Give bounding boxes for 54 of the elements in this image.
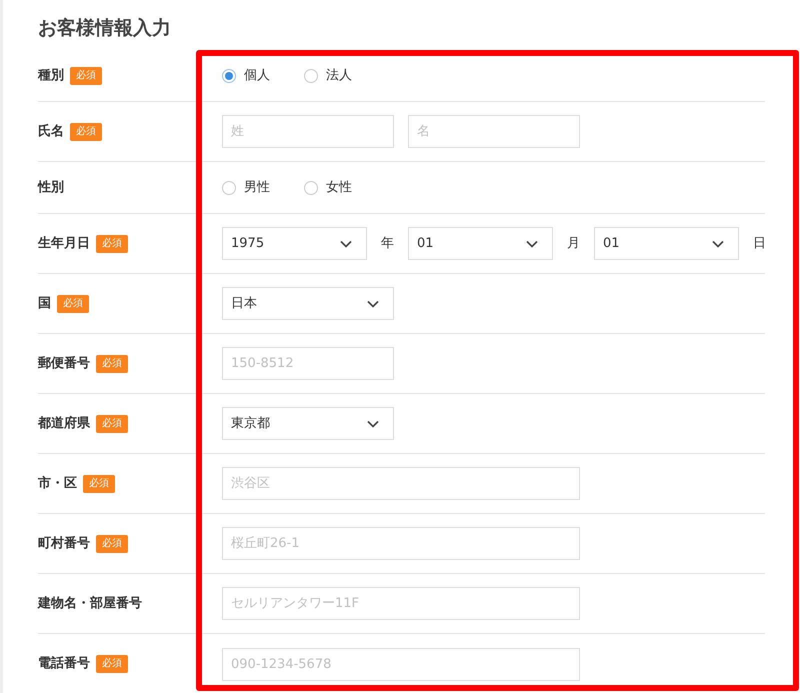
radio-button[interactable] — [222, 68, 236, 82]
chevron-down-icon — [367, 420, 379, 428]
radio-button[interactable] — [222, 180, 236, 194]
field-label: 生年月日 — [38, 234, 90, 253]
dropdown-value: 1975 — [231, 234, 264, 253]
field-label: 建物名・部屋番号 — [38, 594, 142, 613]
chevron-down-icon — [340, 240, 352, 248]
dropdown-value: 東京都 — [231, 414, 270, 433]
dropdown[interactable]: 01 — [408, 227, 553, 260]
radio-label: 女性 — [326, 178, 352, 197]
dropdown-value: 01 — [417, 234, 434, 253]
input-field[interactable]: 姓 — [222, 115, 394, 148]
required-badge: 必須 — [96, 414, 128, 432]
required-badge: 必須 — [70, 66, 102, 84]
radio-button[interactable] — [304, 68, 318, 82]
dropdown[interactable]: 日本 — [222, 287, 394, 320]
page-title: お客様情報入力 — [38, 16, 172, 41]
radio-button[interactable] — [304, 180, 318, 194]
field-label: 郵便番号 — [38, 354, 90, 373]
dropdown-value: 日本 — [231, 294, 257, 313]
chevron-down-icon — [367, 300, 379, 308]
radio-label: 男性 — [244, 178, 270, 197]
dropdown[interactable]: 01 — [594, 227, 739, 260]
field-label: 氏名 — [38, 122, 64, 141]
field-label: 国 — [38, 294, 51, 313]
field-label: 性別 — [38, 178, 64, 197]
input-field[interactable]: 渋谷区 — [222, 467, 580, 500]
input-field[interactable]: 150-8512 — [222, 347, 394, 380]
date-unit-label: 月 — [566, 234, 581, 253]
date-unit-label: 年 — [380, 234, 395, 253]
dropdown[interactable]: 東京都 — [222, 407, 394, 440]
dropdown-value: 01 — [603, 234, 620, 253]
required-badge: 必須 — [57, 294, 89, 312]
field-label: 都道府県 — [38, 414, 90, 433]
date-unit-label: 日 — [752, 234, 767, 253]
chevron-down-icon — [712, 240, 724, 248]
input-field[interactable]: 桜丘町26-1 — [222, 527, 580, 560]
required-badge: 必須 — [96, 534, 128, 552]
dropdown[interactable]: 1975 — [222, 227, 367, 260]
field-label: 電話番号 — [38, 655, 90, 674]
required-badge: 必須 — [96, 354, 128, 372]
chevron-down-icon — [526, 240, 538, 248]
required-badge: 必須 — [96, 234, 128, 252]
required-badge: 必須 — [83, 474, 115, 492]
required-badge: 必須 — [96, 655, 128, 673]
input-field[interactable]: 090-1234-5678 — [222, 648, 580, 680]
radio-label: 法人 — [326, 66, 352, 85]
radio-label: 個人 — [244, 66, 270, 85]
field-label: 町村番号 — [38, 534, 90, 553]
required-badge: 必須 — [70, 122, 102, 140]
input-field[interactable]: 名 — [408, 115, 580, 148]
field-label: 種別 — [38, 66, 64, 85]
input-field[interactable]: セルリアンタワー11F — [222, 587, 580, 620]
field-label: 市・区 — [38, 474, 77, 493]
